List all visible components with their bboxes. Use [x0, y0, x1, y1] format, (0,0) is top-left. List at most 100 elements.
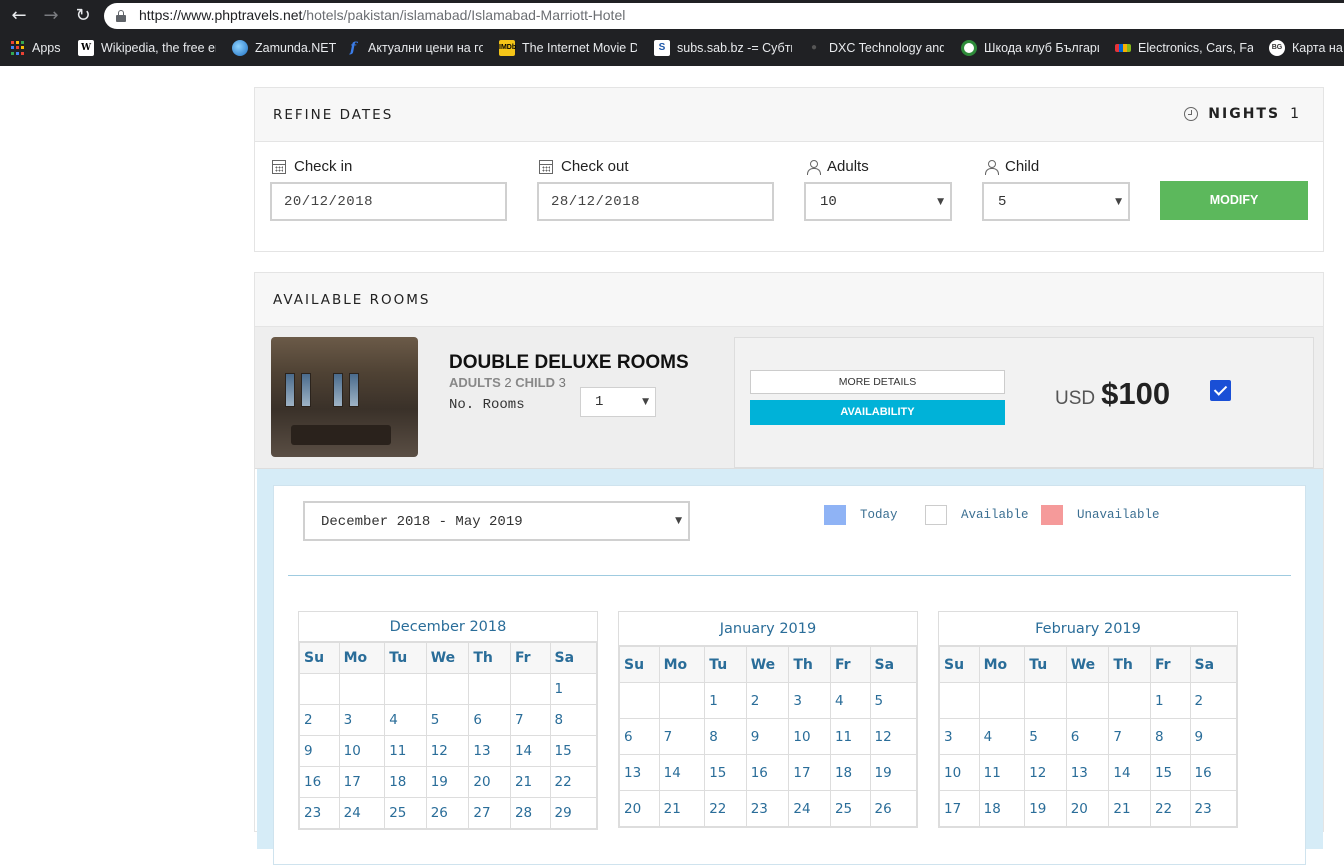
calendar-day[interactable]: 25: [384, 797, 427, 829]
calendar-day[interactable]: 23: [745, 790, 790, 827]
calendar-day[interactable]: 24: [788, 790, 831, 827]
calendar-day[interactable]: 24: [338, 797, 386, 829]
calendar-day[interactable]: 9: [1189, 718, 1237, 755]
calendar-day[interactable]: 10: [338, 735, 386, 767]
bookmark-zamunda[interactable]: Zamunda.NET: [232, 38, 336, 58]
availability-button[interactable]: AVAILABILITY: [750, 400, 1005, 425]
calendar-day[interactable]: 10: [939, 754, 980, 791]
calendar-day[interactable]: 23: [1189, 790, 1237, 827]
calendar-day[interactable]: 7: [658, 718, 706, 755]
calendar-day[interactable]: 22: [549, 766, 597, 798]
calendar-day[interactable]: 11: [978, 754, 1026, 791]
calendar-day[interactable]: 18: [384, 766, 427, 798]
select-room-checkbox[interactable]: [1210, 380, 1231, 401]
calendar-day[interactable]: 26: [425, 797, 470, 829]
calendar-day[interactable]: 12: [869, 718, 917, 755]
checkin-input[interactable]: 20/12/2018: [270, 182, 507, 221]
calendar-day[interactable]: 20: [1065, 790, 1110, 827]
calendar-day[interactable]: 16: [299, 766, 340, 798]
calendar-day[interactable]: 16: [745, 754, 790, 791]
forward-arrow-icon[interactable]: →: [39, 4, 63, 28]
calendar-day[interactable]: 20: [468, 766, 511, 798]
calendar-day[interactable]: 3: [338, 704, 386, 736]
calendar-day[interactable]: 8: [1149, 718, 1191, 755]
calendar-day[interactable]: 18: [978, 790, 1026, 827]
calendar-day[interactable]: 13: [468, 735, 511, 767]
calendar-day[interactable]: 19: [425, 766, 470, 798]
calendar-day[interactable]: 5: [1024, 718, 1067, 755]
calendar-day[interactable]: 14: [509, 735, 551, 767]
child-select[interactable]: 5 ▼: [982, 182, 1130, 221]
calendar-day[interactable]: 5: [869, 682, 917, 719]
calendar-day[interactable]: 4: [384, 704, 427, 736]
calendar-day[interactable]: 16: [1189, 754, 1237, 791]
calendar-day[interactable]: 26: [869, 790, 917, 827]
calendar-day[interactable]: 12: [425, 735, 470, 767]
calendar-day[interactable]: 20: [619, 790, 660, 827]
calendar-day[interactable]: 15: [1149, 754, 1191, 791]
room-photo[interactable]: [271, 337, 418, 457]
calendar-day[interactable]: 12: [1024, 754, 1067, 791]
calendar-day[interactable]: 19: [869, 754, 917, 791]
calendar-day[interactable]: 5: [425, 704, 470, 736]
adults-select[interactable]: 10 ▼: [804, 182, 952, 221]
calendar-day[interactable]: 6: [468, 704, 511, 736]
calendar-day[interactable]: 13: [1065, 754, 1110, 791]
bookmark-subs[interactable]: S subs.sab.bz -= Субти: [654, 38, 792, 58]
bookmark-ebay[interactable]: Electronics, Cars, Fash: [1115, 38, 1253, 58]
calendar-day[interactable]: 11: [384, 735, 427, 767]
calendar-day[interactable]: 3: [939, 718, 980, 755]
calendar-day[interactable]: 21: [658, 790, 706, 827]
calendar-day[interactable]: 11: [829, 718, 871, 755]
calendar-day[interactable]: 6: [1065, 718, 1110, 755]
calendar-day[interactable]: 15: [704, 754, 747, 791]
calendar-day[interactable]: 8: [549, 704, 597, 736]
bookmark-dxc[interactable]: ● DXC Technology and: [806, 38, 944, 58]
bookmark-apps[interactable]: Apps: [11, 38, 61, 58]
calendar-day[interactable]: 9: [299, 735, 340, 767]
calendar-day[interactable]: 27: [468, 797, 511, 829]
address-bar[interactable]: https://www.phptravels.net/hotels/pakist…: [104, 3, 1344, 29]
bookmark-skoda[interactable]: Шкода клуб Българи: [961, 38, 1099, 58]
calendar-day[interactable]: 7: [1108, 718, 1151, 755]
month-range-select[interactable]: December 2018 - May 2019 ▼: [303, 501, 690, 541]
calendar-day[interactable]: 2: [745, 682, 790, 719]
calendar-day[interactable]: 17: [939, 790, 980, 827]
calendar-day[interactable]: 14: [658, 754, 706, 791]
calendar-day[interactable]: 23: [299, 797, 340, 829]
bookmark-prices[interactable]: f Актуални цени на го: [345, 38, 483, 58]
calendar-day[interactable]: 3: [788, 682, 831, 719]
calendar-day[interactable]: 10: [788, 718, 831, 755]
calendar-day[interactable]: 13: [619, 754, 660, 791]
bookmark-imdb[interactable]: IMDb The Internet Movie D: [499, 38, 637, 58]
calendar-day[interactable]: 22: [704, 790, 747, 827]
calendar-day[interactable]: 1: [549, 673, 597, 705]
calendar-day[interactable]: 8: [704, 718, 747, 755]
calendar-day[interactable]: 4: [829, 682, 871, 719]
reload-icon[interactable]: ↻: [71, 4, 95, 28]
calendar-day[interactable]: 7: [509, 704, 551, 736]
bookmark-wikipedia[interactable]: W Wikipedia, the free er: [78, 38, 216, 58]
calendar-day[interactable]: 18: [829, 754, 871, 791]
calendar-day[interactable]: 4: [978, 718, 1026, 755]
calendar-day[interactable]: 1: [704, 682, 747, 719]
calendar-day[interactable]: 14: [1108, 754, 1151, 791]
calendar-day[interactable]: 6: [619, 718, 660, 755]
calendar-day[interactable]: 25: [829, 790, 871, 827]
bookmark-map[interactable]: BG Карта на: [1269, 38, 1344, 58]
calendar-day[interactable]: 9: [745, 718, 790, 755]
calendar-day[interactable]: 17: [788, 754, 831, 791]
no-rooms-select[interactable]: 1 ▼: [580, 387, 656, 417]
calendar-day[interactable]: 2: [1189, 682, 1237, 719]
back-arrow-icon[interactable]: ←: [7, 4, 31, 28]
calendar-day[interactable]: 22: [1149, 790, 1191, 827]
calendar-day[interactable]: 29: [549, 797, 597, 829]
calendar-day[interactable]: 2: [299, 704, 340, 736]
calendar-day[interactable]: 1: [1149, 682, 1191, 719]
calendar-day[interactable]: 15: [549, 735, 597, 767]
calendar-day[interactable]: 21: [509, 766, 551, 798]
more-details-button[interactable]: MORE DETAILS: [750, 370, 1005, 394]
calendar-day[interactable]: 19: [1024, 790, 1067, 827]
modify-button[interactable]: MODIFY: [1160, 181, 1308, 220]
calendar-day[interactable]: 21: [1108, 790, 1151, 827]
